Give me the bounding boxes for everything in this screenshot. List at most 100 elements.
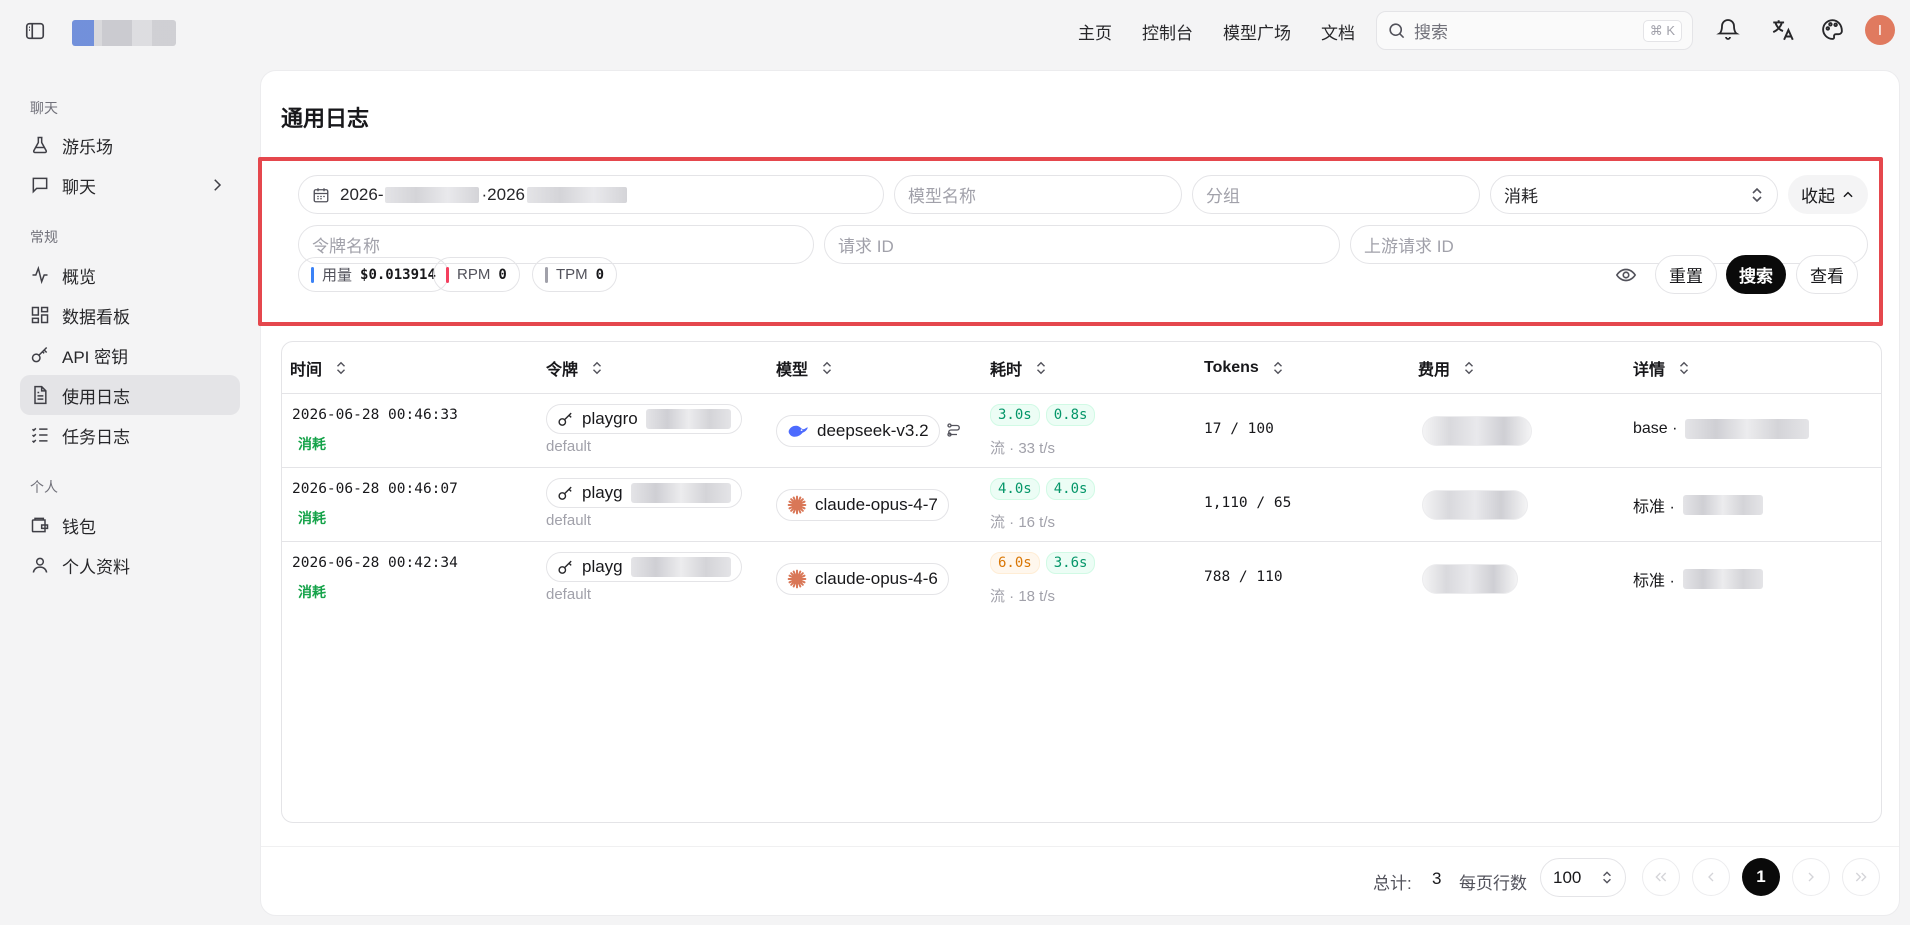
chevron-right-icon xyxy=(208,176,226,194)
token-name-redacted xyxy=(630,557,731,577)
tpm-stat-value: 0 xyxy=(595,266,605,283)
column-label: 耗时 xyxy=(990,362,1023,379)
nav-home[interactable]: 主页 xyxy=(1078,19,1112,44)
sort-icon xyxy=(1271,361,1285,375)
translate-icon[interactable] xyxy=(1770,17,1796,43)
model-badge[interactable]: deepseek-v3.2 xyxy=(776,415,940,447)
log-type-select[interactable]: 消耗 xyxy=(1490,175,1778,214)
model-name-input[interactable]: 模型名称 xyxy=(894,175,1182,214)
page-button-current[interactable]: 1 xyxy=(1742,858,1780,896)
sidebar-item-usage-logs[interactable]: 使用日志 xyxy=(20,375,240,415)
sidebar-item-wallet[interactable]: 钱包 xyxy=(20,505,240,545)
model-badge[interactable]: claude-opus-4-7 xyxy=(776,489,949,521)
pagination: 总计: 3 每页行数 100 1 xyxy=(261,846,1899,916)
model-name: deepseek-v3.2 xyxy=(817,421,929,440)
table-row[interactable]: 2026-06-28 00:42:34 消耗 playg default cla… xyxy=(282,542,1881,616)
cost-redacted xyxy=(1422,490,1528,520)
date-range-picker[interactable]: 2026- · 2026 xyxy=(298,175,884,214)
sidebar-item-task-logs[interactable]: 任务日志 xyxy=(20,415,240,455)
nav-model-square[interactable]: 模型广场 xyxy=(1223,19,1291,44)
first-token-time: 4.0s xyxy=(990,478,1040,500)
token-badge[interactable]: playg xyxy=(546,552,742,582)
token-name-redacted xyxy=(630,483,731,503)
group-input[interactable]: 分组 xyxy=(1192,175,1480,214)
calendar-icon xyxy=(312,186,330,204)
token-usage: 1,110 / 65 xyxy=(1204,495,1292,511)
date-start: 2026- xyxy=(340,184,384,204)
token-group: default xyxy=(546,512,592,529)
next-page-button[interactable] xyxy=(1792,858,1830,896)
key-icon xyxy=(557,559,574,576)
reset-button[interactable]: 重置 xyxy=(1655,255,1717,294)
eye-icon[interactable] xyxy=(1615,264,1637,286)
total-time: 4.0s xyxy=(1045,478,1096,500)
duration-badges: 3.0s 0.8s xyxy=(990,404,1101,426)
column-tokens[interactable]: Tokens xyxy=(1204,342,1285,394)
document-icon xyxy=(30,385,50,405)
dashboard-icon xyxy=(30,305,50,325)
sidebar-toggle-icon[interactable] xyxy=(24,20,46,42)
column-label: 时间 xyxy=(290,362,323,379)
log-type-tag: 消耗 xyxy=(298,584,326,600)
column-token[interactable]: 令牌 xyxy=(546,342,604,394)
chevron-up-icon xyxy=(1841,188,1855,202)
sidebar-item-label: 个人资料 xyxy=(62,557,130,577)
table-row[interactable]: 2026-06-28 00:46:07 消耗 playg default cla… xyxy=(282,468,1881,542)
nav-docs[interactable]: 文档 xyxy=(1321,19,1355,44)
duration-badges: 6.0s 3.6s xyxy=(990,552,1101,574)
stream-speed: 流 · 16 t/s xyxy=(990,514,1056,531)
total-time: 3.6s xyxy=(1045,552,1096,574)
sidebar-item-label: 游乐场 xyxy=(62,137,113,157)
brand-logo[interactable] xyxy=(72,20,176,46)
token-name-placeholder: 令牌名称 xyxy=(312,237,380,256)
log-type-tag: 消耗 xyxy=(298,510,326,526)
column-time[interactable]: 时间 xyxy=(290,342,348,394)
rpm-stat-value: 0 xyxy=(498,266,507,283)
deepseek-whale-icon xyxy=(787,422,809,440)
column-cost[interactable]: 费用 xyxy=(1418,342,1476,394)
prev-page-button[interactable] xyxy=(1692,858,1730,896)
nav-console[interactable]: 控制台 xyxy=(1142,19,1193,44)
sidebar-item-chat[interactable]: 聊天 xyxy=(20,165,240,205)
route-icon[interactable] xyxy=(945,421,963,439)
sidebar-item-api-keys[interactable]: API 密钥 xyxy=(20,335,240,375)
view-button[interactable]: 查看 xyxy=(1796,255,1858,294)
table-row[interactable]: 2026-06-28 00:46:33 消耗 playgro default d… xyxy=(282,394,1881,468)
bell-icon[interactable] xyxy=(1716,17,1742,43)
total-count: 3 xyxy=(1432,869,1442,888)
log-time: 2026-06-28 00:46:07 xyxy=(292,481,458,497)
token-badge[interactable]: playgro xyxy=(546,404,742,434)
sidebar-item-overview[interactable]: 概览 xyxy=(20,255,240,295)
sort-icon xyxy=(1034,361,1048,375)
sidebar-item-profile[interactable]: 个人资料 xyxy=(20,545,240,585)
sidebar-item-label: API 密钥 xyxy=(62,347,129,367)
sidebar-item-label: 使用日志 xyxy=(62,387,130,407)
sidebar-item-playground[interactable]: 游乐场 xyxy=(20,125,240,165)
request-id-input[interactable]: 请求 ID xyxy=(824,225,1340,264)
collapse-filters-button[interactable]: 收起 xyxy=(1788,175,1868,214)
total-time: 0.8s xyxy=(1045,404,1096,426)
message-icon xyxy=(30,175,50,195)
sort-icon xyxy=(334,361,348,375)
first-page-button[interactable] xyxy=(1642,858,1680,896)
token-badge[interactable]: playg xyxy=(546,478,742,508)
user-icon xyxy=(30,555,50,575)
palette-icon[interactable] xyxy=(1820,17,1846,43)
per-page-select[interactable]: 100 xyxy=(1540,858,1626,897)
token-name: playg xyxy=(582,483,623,502)
column-duration[interactable]: 耗时 xyxy=(990,342,1048,394)
duration-badges: 4.0s 4.0s xyxy=(990,478,1101,500)
stream-speed: 流 · 18 t/s xyxy=(990,588,1056,605)
last-page-button[interactable] xyxy=(1842,858,1880,896)
model-badge[interactable]: claude-opus-4-6 xyxy=(776,563,949,595)
log-type-value: 消耗 xyxy=(1504,187,1538,206)
user-avatar[interactable]: I xyxy=(1865,15,1895,45)
detail-prefix: 标准 · xyxy=(1633,499,1675,516)
upstream-request-id-input[interactable]: 上游请求 ID xyxy=(1350,225,1868,264)
column-model[interactable]: 模型 xyxy=(776,342,834,394)
search-button[interactable]: 搜索 xyxy=(1726,255,1786,294)
sidebar-item-dashboard[interactable]: 数据看板 xyxy=(20,295,240,335)
detail-redacted xyxy=(1682,495,1763,515)
column-details[interactable]: 详情 xyxy=(1633,342,1691,394)
global-search[interactable]: 搜索 ⌘ K xyxy=(1376,11,1693,50)
